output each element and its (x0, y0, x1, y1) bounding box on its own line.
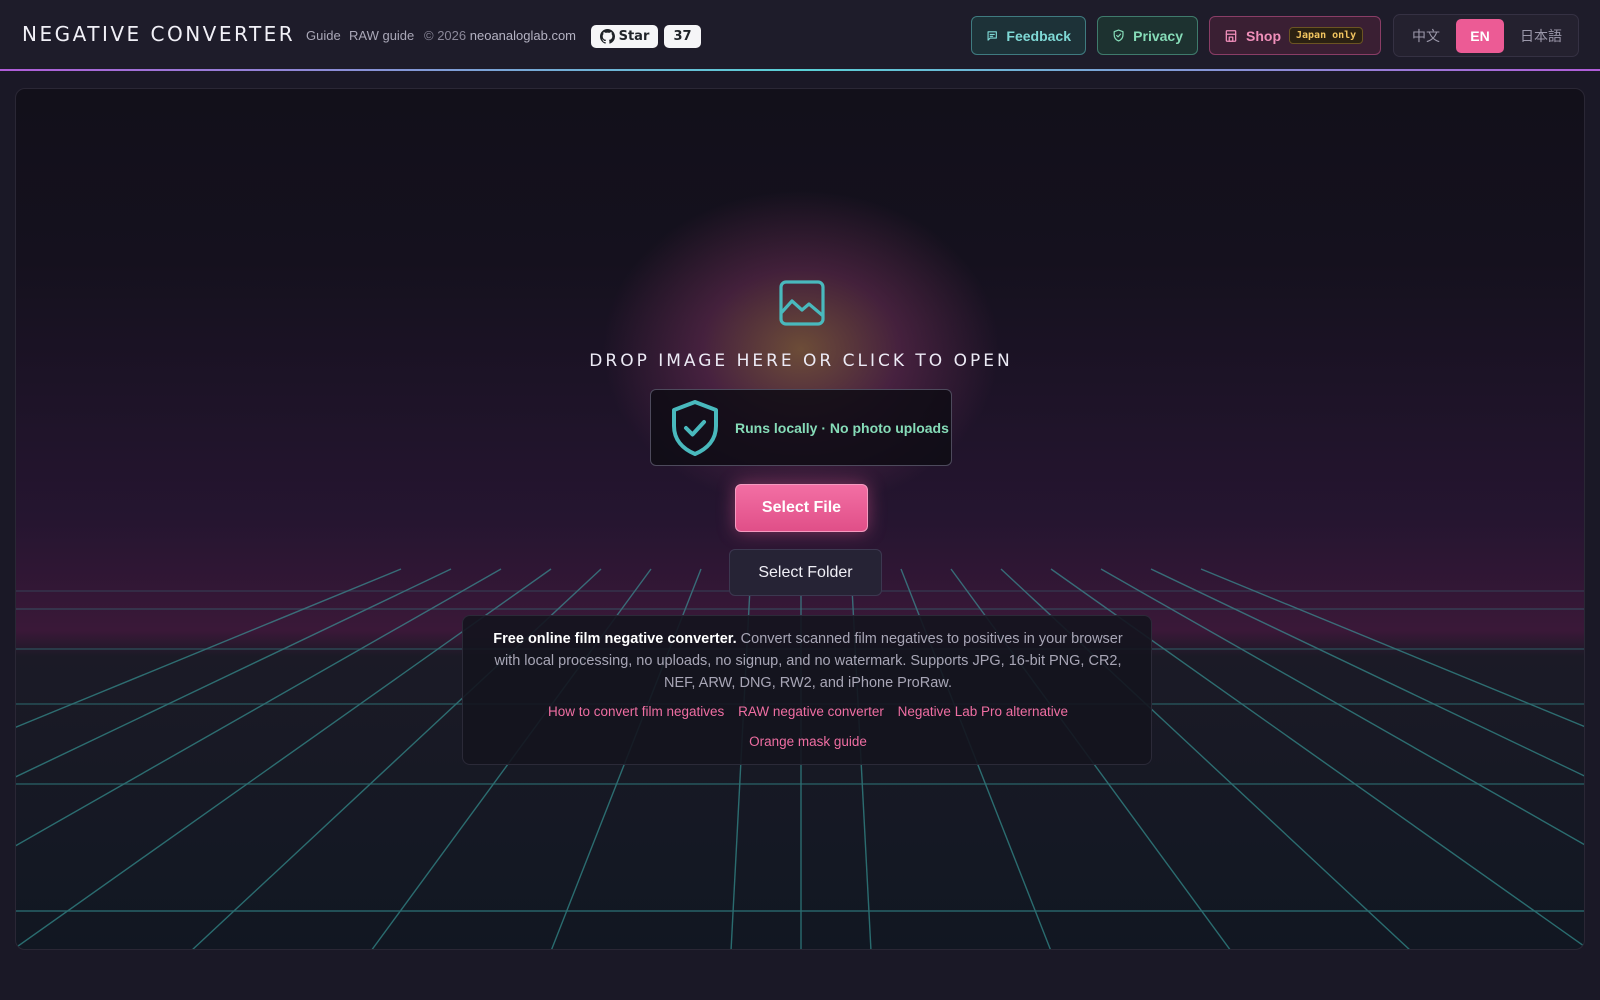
chat-icon (987, 30, 997, 41)
link-orange-mask-guide[interactable]: Orange mask guide (749, 734, 867, 749)
link-nlp-alternative[interactable]: Negative Lab Pro alternative (898, 704, 1068, 719)
github-star-count[interactable]: 37 (664, 25, 701, 48)
github-star-label: Star (618, 29, 650, 44)
feedback-label: Feedback (1006, 27, 1071, 44)
app-title: NEGATIVE CONVERTER (22, 22, 296, 46)
japan-only-badge: Japan only (1289, 27, 1364, 44)
github-star-button[interactable]: Star (591, 25, 658, 48)
shop-button[interactable]: Shop Japan only (1209, 16, 1381, 55)
language-switcher: 中文 EN 日本語 (1393, 14, 1579, 57)
copyright: © 2026 neoanaloglab.com (424, 28, 576, 43)
feedback-button[interactable]: Feedback (971, 16, 1086, 55)
local-notice-text: Runs locally · No photo uploads (735, 420, 949, 436)
lang-option-zh[interactable]: 中文 (1402, 19, 1450, 53)
info-description: Free online film negative converter. Con… (483, 628, 1133, 694)
privacy-label: Privacy (1133, 27, 1183, 44)
drop-zone[interactable]: DROP IMAGE HERE OR CLICK TO OPEN Runs lo… (15, 88, 1585, 950)
info-headline: Free online film negative converter. (493, 631, 737, 647)
select-file-button[interactable]: Select File (735, 484, 868, 532)
info-links: How to convert film negatives RAW negati… (463, 704, 1153, 719)
nav-link-guide[interactable]: Guide (306, 28, 341, 43)
info-card: Free online film negative converter. Con… (462, 615, 1152, 765)
lang-option-en[interactable]: EN (1456, 19, 1504, 53)
copyright-domain[interactable]: neoanaloglab.com (470, 28, 576, 43)
drop-zone-title: DROP IMAGE HERE OR CLICK TO OPEN (589, 351, 1013, 371)
lang-option-ja[interactable]: 日本語 (1510, 19, 1572, 53)
local-processing-notice: Runs locally · No photo uploads (650, 389, 952, 466)
shop-label: Shop (1246, 27, 1281, 44)
link-raw-negative-converter[interactable]: RAW negative converter (738, 704, 884, 719)
shield-check-icon (672, 400, 718, 456)
image-icon (779, 280, 825, 326)
shield-check-icon (1113, 29, 1124, 42)
link-how-to-convert[interactable]: How to convert film negatives (548, 704, 724, 719)
store-icon (1225, 29, 1237, 42)
top-bar: NEGATIVE CONVERTER Guide RAW guide © 202… (0, 0, 1600, 70)
info-links-row2: Orange mask guide (463, 734, 1153, 749)
privacy-button[interactable]: Privacy (1097, 16, 1198, 55)
header-divider (0, 69, 1600, 71)
copyright-year: © 2026 (424, 28, 467, 43)
github-icon (599, 29, 615, 44)
select-folder-button[interactable]: Select Folder (729, 549, 882, 596)
nav-link-raw-guide[interactable]: RAW guide (349, 28, 414, 43)
